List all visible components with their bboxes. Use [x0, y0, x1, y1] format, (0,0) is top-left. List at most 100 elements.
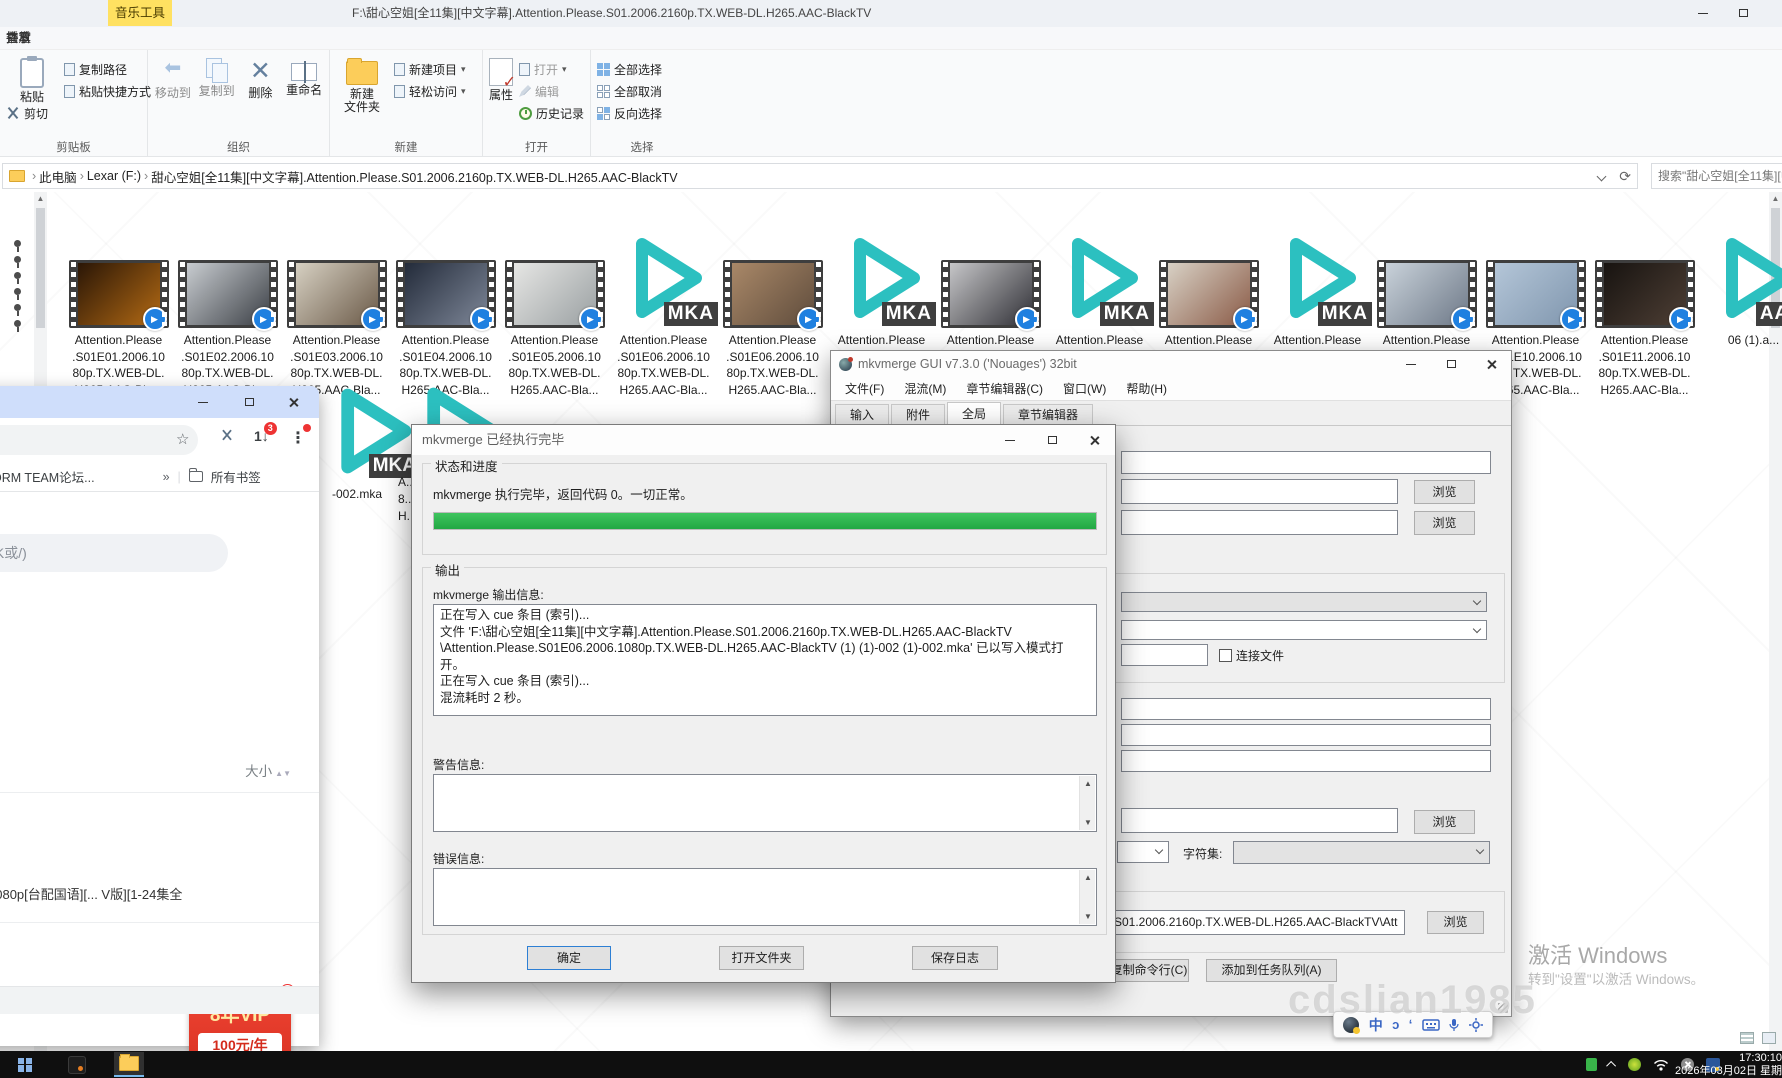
scroll-up-icon[interactable]: ▲ [1769, 192, 1782, 206]
minimize-button[interactable] [989, 425, 1031, 455]
bookmark-item[interactable]: NORM TEAM论坛... [0, 467, 95, 486]
breadcrumb-item[interactable]: Lexar (F:) [87, 169, 141, 183]
file-item[interactable]: ▶ Attention.Please .S01E05.2006.10 80p.T… [500, 222, 609, 398]
scroll-up-icon[interactable]: ▲ [34, 192, 47, 206]
wifi-icon[interactable] [1653, 1059, 1669, 1071]
history-button[interactable]: 历史记录 [519, 104, 584, 122]
clock[interactable]: 17:30:10 2026年03月02日 星期 [1674, 1052, 1782, 1077]
easy-access-button[interactable]: 轻松访问▾ [394, 82, 466, 100]
file-item[interactable]: ▶ Attention.Please .S01E03.2006.10 80p.T… [282, 222, 391, 398]
select-none-button[interactable]: 全部取消 [597, 82, 662, 100]
cut-button[interactable]: 剪切 [6, 104, 58, 122]
file-item[interactable]: ▶ Attention.Please .S01E06.2006.10 80p.T… [718, 222, 827, 398]
breadcrumb-item[interactable]: 此电脑 [39, 167, 77, 186]
errors-textarea[interactable]: ▲▼ [433, 868, 1097, 926]
dialog-titlebar[interactable]: mkvmerge 已经执行完毕 [412, 425, 1115, 455]
maximize-button[interactable] [1031, 425, 1073, 455]
ime-settings-gear-icon[interactable] [1469, 1018, 1483, 1032]
text-input[interactable] [1121, 724, 1491, 746]
move-to-button[interactable]: ⬅ 移动到 [154, 54, 192, 140]
invert-selection-button[interactable]: 反向选择 [597, 104, 662, 122]
ime-apostrophe-icon[interactable]: ʻ [1409, 1017, 1413, 1032]
minimize-button[interactable] [183, 386, 223, 418]
charset-dropdown[interactable] [1233, 841, 1490, 864]
link-files-checkbox[interactable]: 连接文件 [1219, 647, 1284, 664]
browse-button[interactable]: 浏览 [1414, 810, 1475, 834]
maximize-button[interactable] [1431, 351, 1471, 377]
ime-punctuation-icon[interactable]: ɔ [1392, 1017, 1399, 1032]
ime-mic-icon[interactable] [1449, 1018, 1459, 1032]
ime-keyboard-icon[interactable] [1422, 1019, 1440, 1031]
save-log-button[interactable]: 保存日志 [912, 946, 998, 970]
start-button[interactable] [10, 1052, 40, 1077]
file-item[interactable]: ▶ Attention.Please .S01E01.2006.10 80p.T… [64, 222, 173, 398]
music-tools-contextual-tab[interactable]: 音乐工具 [108, 0, 172, 26]
delete-button[interactable]: ✕ 删除 [242, 54, 280, 140]
file-item[interactable]: ▶ MKA Attention.Please .S01E06.2006.10 8… [609, 222, 718, 398]
browse-button[interactable]: 浏览 [1414, 480, 1475, 504]
resize-grip[interactable] [1498, 1003, 1508, 1013]
copy-to-button[interactable]: 复制到 [198, 54, 236, 140]
file-item[interactable]: ▶ Attention.Please .S01E02.2006.10 80p.T… [173, 222, 282, 398]
bookmarks-overflow-icon[interactable]: » [163, 470, 170, 484]
output-filename-input[interactable]: S01.2006.2160p.TX.WEB-DL.H265.AAC-BlackT… [1109, 910, 1405, 935]
close-button[interactable] [1073, 425, 1115, 455]
large-icons-view-icon[interactable] [1762, 1032, 1776, 1044]
ime-logo-icon[interactable] [1343, 1017, 1359, 1033]
file-item[interactable]: ▶ Attention.Please .S01E11.2006.10 80p.T… [1590, 222, 1699, 398]
ribbon-tab[interactable]: 播放 [0, 27, 37, 50]
antivirus-tray-icon[interactable] [1628, 1058, 1641, 1071]
maximize-button[interactable] [1726, 0, 1760, 26]
tab[interactable]: 章节编辑器 [1003, 404, 1093, 425]
dropdown[interactable] [1121, 620, 1487, 640]
new-folder-button[interactable]: 新建 文件夹 [336, 54, 388, 140]
scissors-icon[interactable] [220, 428, 234, 442]
search-input[interactable]: 搜索"甜心空姐[全11集][中文... [1651, 163, 1782, 189]
menu-item[interactable]: 窗口(W) [1055, 377, 1114, 400]
menu-item[interactable]: 帮助(H) [1118, 377, 1175, 400]
dropdown[interactable] [1117, 841, 1169, 863]
hidden-icons-chevron-icon[interactable] [1606, 1061, 1616, 1071]
refresh-icon[interactable]: ⟳ [1619, 168, 1631, 185]
menu-item[interactable]: 章节编辑器(C) [958, 377, 1051, 400]
tab-sort-icon[interactable]: 1↓3 [254, 428, 269, 444]
file-item[interactable]: ▶ Attention.Please .S01E04.2006.10 80p.T… [391, 222, 500, 398]
maximize-button[interactable] [229, 386, 269, 418]
browser-titlebar[interactable] [0, 386, 319, 418]
site-search-input[interactable]: (control+K或/) [0, 534, 228, 572]
minimize-button[interactable] [1686, 0, 1720, 26]
warnings-textarea[interactable]: ▲▼ [433, 774, 1097, 832]
add-to-job-queue-button[interactable]: 添加到任务队列(A) [1206, 959, 1337, 982]
properties-button[interactable]: 属性 [489, 54, 513, 140]
minimize-button[interactable] [1391, 351, 1431, 377]
output-textarea[interactable]: 正在写入 cue 条目 (索引)... 文件 'F:\甜心空姐[全11集][中文… [433, 604, 1097, 716]
scrollbar[interactable]: ▲▼ [1079, 776, 1095, 830]
copy-command-line-button[interactable]: 复制命令行(C) [1109, 959, 1189, 982]
usb-eject-icon[interactable] [1586, 1058, 1597, 1071]
menu-item[interactable]: 混流(M) [896, 377, 954, 400]
text-input[interactable] [1121, 644, 1208, 666]
browse-button[interactable]: 浏览 [1427, 911, 1484, 934]
paste-button[interactable]: 粘贴 [6, 54, 58, 104]
new-item-button[interactable]: 新建项目▾ [394, 60, 466, 78]
text-input[interactable] [1121, 451, 1491, 474]
ime-toolbar[interactable]: 中 ɔ ʻ [1333, 1011, 1493, 1038]
menu-kebab-icon[interactable]: ⋮ [290, 428, 306, 448]
paste-shortcut-button[interactable]: 粘贴快捷方式 [64, 82, 151, 100]
text-input[interactable] [1121, 698, 1491, 720]
file-item[interactable]: ▶ AAC 06 (1).a... [1699, 222, 1782, 398]
address-dropdown-icon[interactable] [1597, 171, 1607, 181]
menu-item[interactable]: 文件(F) [837, 377, 892, 400]
select-all-button[interactable]: 全部选择 [597, 60, 662, 78]
details-view-icon[interactable] [1740, 1032, 1754, 1044]
list-item[interactable]: 1080p[台配国语][... V版][1-24集全 [0, 884, 182, 903]
tab[interactable]: 附件 [891, 404, 945, 425]
bookmark-star-icon[interactable]: ☆ [176, 430, 189, 448]
address-bar[interactable] [0, 425, 198, 455]
tab[interactable]: 全局 [947, 402, 1001, 425]
rename-button[interactable]: 重命名 [285, 54, 323, 140]
size-column-header[interactable]: 大小▲▼ [245, 760, 291, 780]
copy-path-button[interactable]: 复制路径 [64, 60, 151, 78]
text-input[interactable] [1121, 750, 1491, 772]
text-input[interactable] [1121, 808, 1398, 833]
